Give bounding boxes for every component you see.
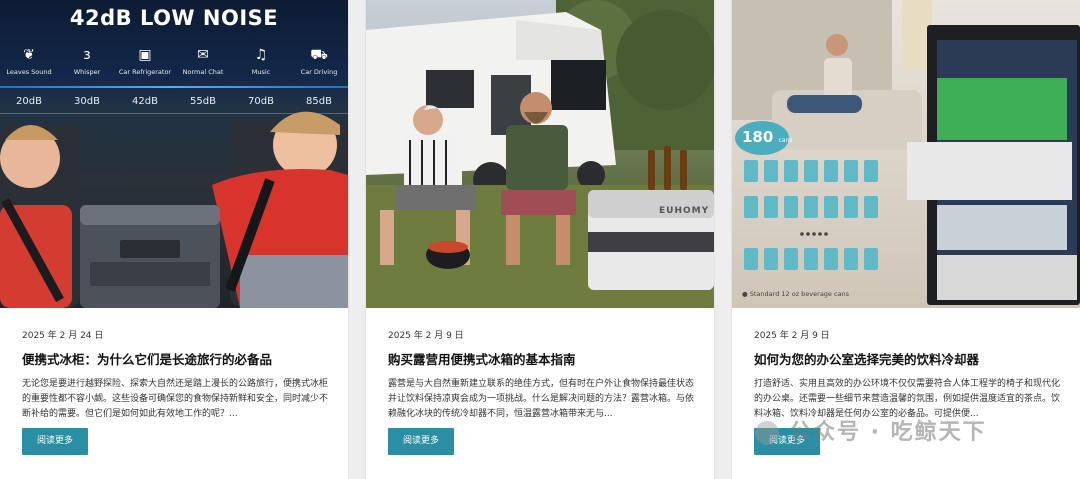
capacity-badge: 180 cans [742,128,792,146]
article-excerpt: 无论您是要进行越野探险、探索大自然还是踏上漫长的公路旅行，便携式冰柜的重要性都不… [22,379,329,419]
article-card-office-beverage-cooler[interactable]: 180 cans ● Standard 12 oz beverage cans … [732,0,1080,479]
article-date: 2025 年 2 月 9 日 [754,331,830,341]
car-interior-photo [0,111,348,308]
article-image-noise-levels[interactable]: 42dB LOW NOISE ❦ Leaves Sound 20dB ɜ Whi… [0,0,348,308]
image-caption: ● Standard 12 oz beverage cans [742,290,850,298]
wechat-icon [755,421,779,445]
article-title[interactable]: 购买露营用便携式冰箱的基本指南 [388,352,696,368]
brand-logo: EUHOMY [659,206,710,216]
watermark: 公众号 · 吃鲸天下 [755,414,987,446]
article-image-beverage-cooler[interactable]: 180 cans ● Standard 12 oz beverage cans [732,0,1080,308]
camping-photo [366,0,714,308]
article-title[interactable]: 便携式冰柜：为什么它们是长途旅行的必备品 [22,352,330,368]
article-title[interactable]: 如何为您的办公室选择完美的饮料冷却器 [754,352,1062,368]
article-card-camping-fridge[interactable]: EUHOMY 2025 年 2 月 9 日 购买露营用便携式冰箱的基本指南 露营… [366,0,714,479]
article-date: 2025 年 2 月 9 日 [388,331,464,341]
article-excerpt: 露营是与大自然重新建立联系的绝佳方式，但有时在户外让食物保持最佳状态并让饮料保持… [388,379,695,419]
badge-unit: cans [778,137,793,144]
read-more-button[interactable]: 阅读更多 [22,428,88,455]
article-image-camping[interactable]: EUHOMY [366,0,714,308]
caption-text: Standard 12 oz beverage cans [749,290,850,298]
article-date: 2025 年 2 月 24 日 [22,331,104,341]
article-card-portable-freezer[interactable]: 42dB LOW NOISE ❦ Leaves Sound 20dB ɜ Whi… [0,0,348,479]
read-more-button[interactable]: 阅读更多 [388,428,454,455]
article-body: 2025 年 2 月 9 日 购买露营用便携式冰箱的基本指南 露营是与大自然重新… [388,330,696,455]
office-cooler-photo [732,0,1080,305]
article-body: 2025 年 2 月 24 日 便携式冰柜：为什么它们是长途旅行的必备品 无论您… [22,330,330,455]
watermark-text: 公众号 · 吃鲸天下 [789,420,987,445]
badge-number: 180 [742,128,774,146]
article-body: 2025 年 2 月 9 日 如何为您的办公室选择完美的饮料冷却器 打造舒适、实… [754,330,1062,455]
